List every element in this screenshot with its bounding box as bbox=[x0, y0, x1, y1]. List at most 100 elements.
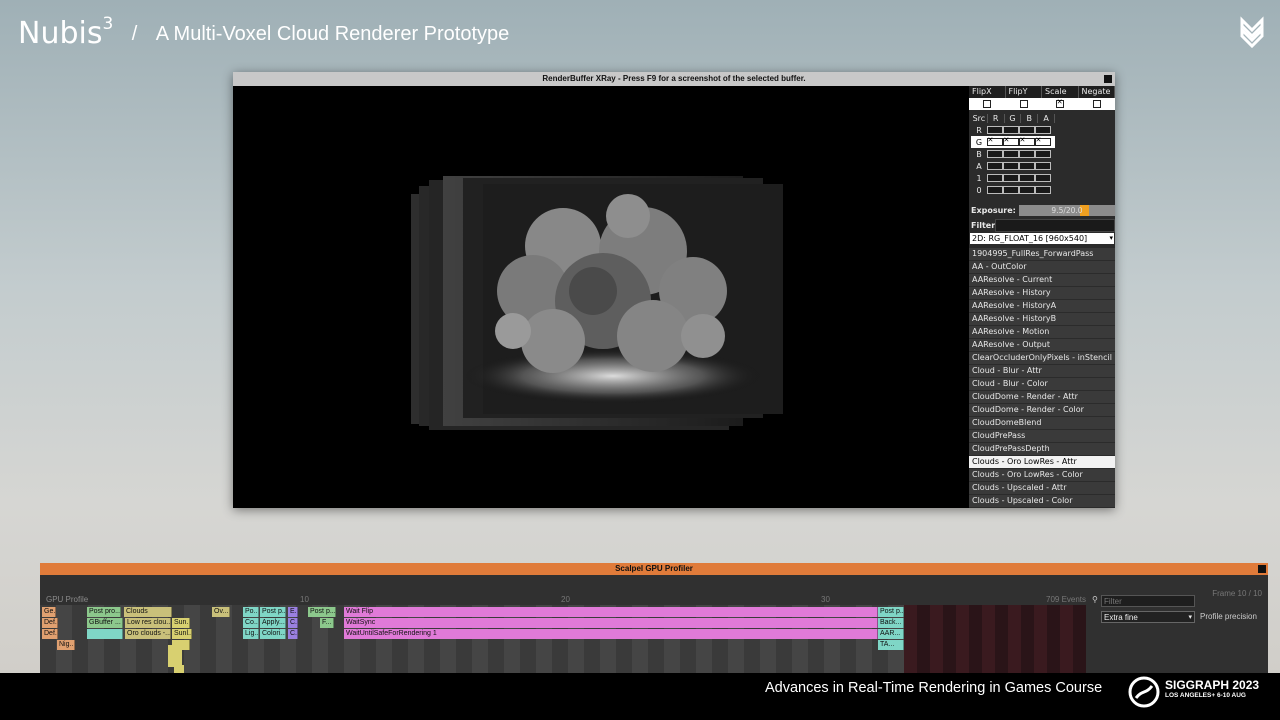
buffer-list-item[interactable]: Clouds - Oro LowRes - Color bbox=[969, 469, 1115, 482]
xray-title: RenderBuffer XRay - Press F9 for a scree… bbox=[542, 74, 806, 83]
profiler-event-bar[interactable]: Def... bbox=[42, 629, 58, 639]
profiler-event-bar[interactable]: Wait Flip bbox=[344, 607, 878, 617]
buffer-list-item[interactable]: Cloud - Blur - Color bbox=[969, 378, 1115, 391]
flipx-checkbox[interactable] bbox=[983, 100, 992, 108]
profiler-event-bar[interactable]: Ov... bbox=[212, 607, 230, 617]
channel-checkbox[interactable] bbox=[987, 162, 1003, 170]
close-icon[interactable] bbox=[1258, 565, 1266, 573]
buffer-list-item[interactable]: Cloud - Blur - Attr bbox=[969, 365, 1115, 378]
buffer-list-item[interactable]: AAResolve - Motion bbox=[969, 326, 1115, 339]
buffer-list-item[interactable]: AA - OutColor bbox=[969, 261, 1115, 274]
buffer-list-item[interactable]: AAResolve - Output bbox=[969, 339, 1115, 352]
buffer-list-item[interactable]: CloudDome - Render - Color bbox=[969, 404, 1115, 417]
buffer-list-item[interactable]: ClearOccluderOnlyPixels - inStencil bbox=[969, 352, 1115, 365]
profiler-timeline[interactable]: Ge...Post pro...CloudsOv...Po...Post p..… bbox=[40, 605, 1086, 673]
profiler-event-bar[interactable]: Back... bbox=[878, 618, 904, 628]
profiler-event-bar[interactable]: Nig... bbox=[57, 640, 75, 650]
channel-checkbox[interactable] bbox=[1035, 174, 1051, 182]
profiler-event-bar[interactable]: Def... bbox=[42, 618, 58, 628]
profiler-event-bar[interactable]: C... bbox=[288, 629, 298, 639]
profiler-event-bar[interactable]: Oro clouds -... bbox=[125, 629, 171, 639]
profiler-titlebar[interactable]: Scalpel GPU Profiler bbox=[40, 563, 1268, 575]
channel-checkbox[interactable] bbox=[1035, 150, 1051, 158]
buffer-list-item[interactable]: CloudDomeBlend bbox=[969, 417, 1115, 430]
channel-checkbox[interactable] bbox=[1035, 126, 1051, 134]
profiler-event-bar[interactable]: Post p... bbox=[260, 607, 286, 617]
conference-badge: SIGGRAPH 2023 LOS ANGELES+ 6-10 AUG bbox=[1165, 678, 1259, 699]
profiler-event-bar[interactable]: Post pro... bbox=[87, 607, 121, 617]
channel-row-label: 0 bbox=[976, 185, 982, 195]
buffer-list-item[interactable]: Clouds - Upscaled - Attr bbox=[969, 482, 1115, 495]
xray-titlebar[interactable]: RenderBuffer XRay - Press F9 for a scree… bbox=[233, 72, 1115, 86]
channel-checkbox[interactable] bbox=[1019, 186, 1035, 194]
format-dropdown[interactable]: 2D: RG_FLOAT_16 [960x540] bbox=[970, 233, 1114, 244]
profiler-event-bar[interactable] bbox=[87, 629, 123, 639]
channel-checkbox[interactable] bbox=[987, 126, 1003, 134]
filter-input[interactable] bbox=[995, 219, 1115, 232]
profiler-event-bar[interactable]: Colori... bbox=[260, 629, 286, 639]
profiler-event-bar[interactable]: Apply... bbox=[260, 618, 286, 628]
profiler-event-bar[interactable]: Sunl... bbox=[172, 629, 192, 639]
profiler-event-bar[interactable]: GBuffer ... bbox=[87, 618, 123, 628]
exposure-slider[interactable]: 9.5/20.0 bbox=[1019, 205, 1115, 216]
channel-checkbox[interactable] bbox=[1035, 136, 1051, 146]
profiler-event-bar[interactable]: WaitUntilSafeForRendering 1 bbox=[344, 629, 878, 639]
scale-checkbox[interactable] bbox=[1056, 98, 1065, 108]
course-title: Advances in Real-Time Rendering in Games… bbox=[765, 680, 1103, 696]
channel-checkbox[interactable] bbox=[987, 186, 1003, 194]
scale-label: Scale bbox=[1042, 86, 1079, 98]
channel-checkbox[interactable] bbox=[1035, 186, 1051, 194]
channel-checkbox[interactable] bbox=[1003, 186, 1019, 194]
buffer-list-item[interactable]: AAResolve - HistoryB bbox=[969, 313, 1115, 326]
profiler-event-bar[interactable]: Po... bbox=[243, 607, 259, 617]
negate-checkbox[interactable] bbox=[1092, 100, 1101, 108]
buffer-list-item[interactable]: CloudPrePass bbox=[969, 430, 1115, 443]
buffer-list-item[interactable]: CloudPrePassDepth bbox=[969, 443, 1115, 456]
channel-row: A bbox=[971, 160, 1055, 172]
channel-checkbox[interactable] bbox=[987, 136, 1003, 146]
buffer-list-item[interactable]: AAResolve - HistoryA bbox=[969, 300, 1115, 313]
channel-cell bbox=[987, 126, 1003, 134]
profiler-event-bar[interactable]: Lig... bbox=[243, 629, 259, 639]
profiler-event-bar[interactable]: F... bbox=[320, 618, 334, 628]
channel-checkbox[interactable] bbox=[987, 150, 1003, 158]
profiler-event-bar[interactable]: Ge... bbox=[42, 607, 56, 617]
channel-checkbox[interactable] bbox=[1003, 150, 1019, 158]
buffer-list-item[interactable]: Clouds - Oro LowRes - Attr bbox=[969, 456, 1115, 469]
buffer-list-item[interactable]: CloudDome - Render - Attr bbox=[969, 391, 1115, 404]
channel-checkbox[interactable] bbox=[1003, 162, 1019, 170]
profiler-event-bar[interactable] bbox=[172, 640, 190, 650]
profiler-event-bar[interactable]: C... bbox=[288, 618, 298, 628]
channel-checkbox[interactable] bbox=[1019, 162, 1035, 170]
profiler-filter-input[interactable]: Filter bbox=[1101, 595, 1195, 607]
buffer-list-item[interactable]: 1904995_FullRes_ForwardPass bbox=[969, 248, 1115, 261]
profiler-event-bar[interactable]: Clouds bbox=[124, 607, 172, 617]
channel-row: 1 bbox=[971, 172, 1055, 184]
profiler-event-bar[interactable]: Low res clou... bbox=[125, 618, 171, 628]
buffer-list-item[interactable]: AAResolve - History bbox=[969, 287, 1115, 300]
channel-checkbox[interactable] bbox=[1019, 150, 1035, 158]
channel-checkbox[interactable] bbox=[987, 174, 1003, 182]
close-icon[interactable] bbox=[1104, 75, 1112, 83]
flipy-checkbox[interactable] bbox=[1019, 100, 1028, 108]
channel-checkbox[interactable] bbox=[1003, 126, 1019, 134]
channel-checkbox[interactable] bbox=[1019, 136, 1035, 146]
profiler-event-bar[interactable]: TA... bbox=[878, 640, 904, 650]
profiler-event-bar[interactable]: WaitSync bbox=[344, 618, 878, 628]
channel-checkbox[interactable] bbox=[1019, 126, 1035, 134]
profiler-event-bar[interactable]: Post p... bbox=[878, 607, 904, 617]
profiler-event-bar[interactable]: AAR... bbox=[878, 629, 904, 639]
precision-dropdown[interactable]: Extra fine bbox=[1101, 611, 1195, 623]
buffer-viewport[interactable] bbox=[233, 86, 969, 508]
buffer-list-item[interactable]: Clouds - Upscaled - Color bbox=[969, 495, 1115, 508]
buffer-list-item[interactable]: AAResolve - Current bbox=[969, 274, 1115, 287]
channel-checkbox[interactable] bbox=[1019, 174, 1035, 182]
channel-checkbox[interactable] bbox=[1003, 136, 1019, 146]
profiler-event-bar[interactable]: Sun... bbox=[172, 618, 190, 628]
profiler-event-bar[interactable]: E... bbox=[288, 607, 298, 617]
profiler-event-bar[interactable]: Co... bbox=[243, 618, 259, 628]
channel-checkbox[interactable] bbox=[1003, 174, 1019, 182]
channel-checkbox[interactable] bbox=[1035, 162, 1051, 170]
profiler-event-bar[interactable]: Post p... bbox=[308, 607, 336, 617]
xray-sidebar: FlipX FlipY Scale Negate Src R G B A RGB… bbox=[969, 86, 1115, 508]
